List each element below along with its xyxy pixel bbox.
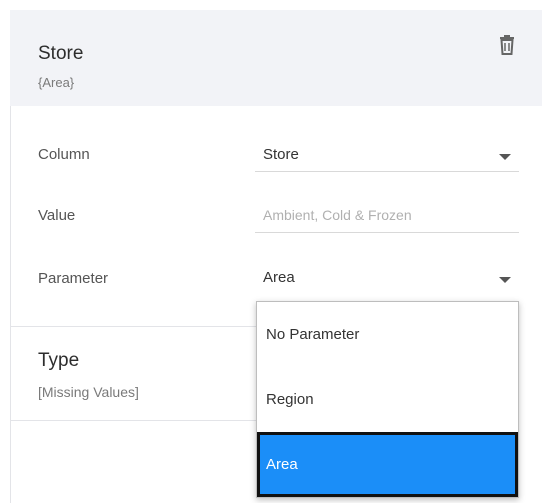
- value-input[interactable]: Ambient, Cold & Frozen: [255, 202, 519, 233]
- option-label: No Parameter: [266, 326, 360, 343]
- option-label: Area: [266, 456, 298, 473]
- column-select[interactable]: Store: [255, 141, 519, 172]
- dropdown-option-no-parameter[interactable]: No Parameter: [257, 302, 518, 367]
- filter-title: Store: [38, 43, 84, 64]
- option-label: Region: [266, 391, 314, 408]
- parameter-label: Parameter: [38, 270, 109, 287]
- parameter-select-value: Area: [263, 269, 295, 286]
- value-label: Value: [38, 207, 76, 224]
- parameter-select[interactable]: Area: [255, 264, 519, 294]
- chevron-down-icon: [499, 277, 511, 283]
- column-label: Column: [38, 146, 90, 163]
- value-input-placeholder: Ambient, Cold & Frozen: [263, 207, 412, 223]
- section-divider: [10, 326, 256, 327]
- card-left-border: [10, 106, 11, 503]
- dropdown-option-area[interactable]: Area: [257, 432, 518, 497]
- dropdown-option-region[interactable]: Region: [257, 367, 518, 432]
- column-select-value: Store: [263, 146, 299, 163]
- type-title: Type: [38, 350, 80, 371]
- filter-header: Store {Area}: [10, 10, 542, 106]
- chevron-down-icon: [499, 154, 511, 160]
- parameter-dropdown-list[interactable]: No Parameter Region Area: [256, 301, 519, 498]
- type-subtitle: [Missing Values]: [38, 384, 139, 400]
- filter-subtitle: {Area}: [38, 75, 75, 90]
- section-divider: [10, 420, 256, 421]
- trash-icon[interactable]: [497, 34, 517, 56]
